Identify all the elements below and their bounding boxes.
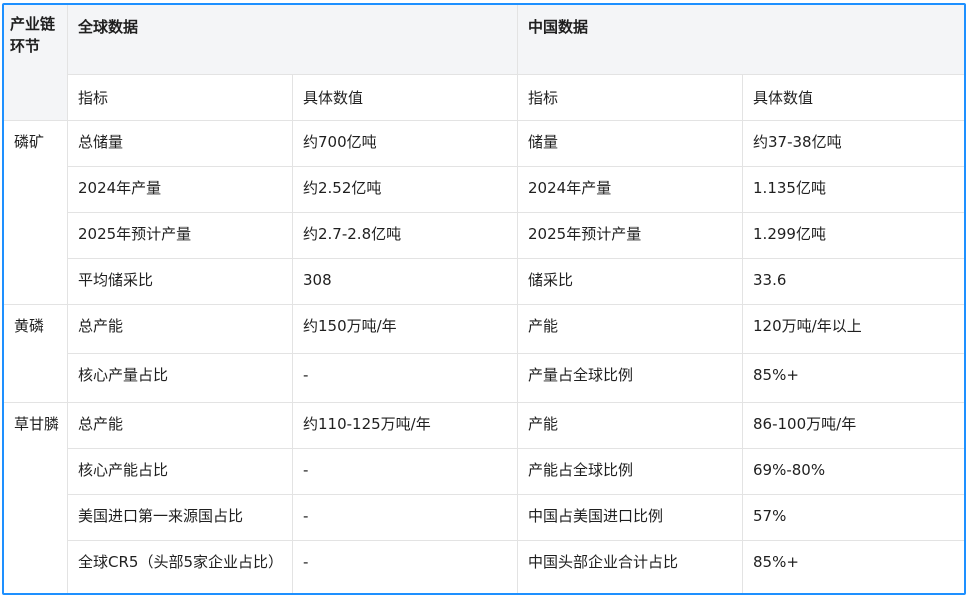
china-indicator-cell: 2025年预计产量 [517, 212, 744, 259]
table-row: 美国进口第一来源国占比 - 中国占美国进口比例 57% [4, 494, 964, 541]
china-value-cell: 约37-38亿吨 [742, 120, 964, 167]
china-indicator-cell: 储采比 [517, 258, 744, 305]
global-indicator-cell: 2024年产量 [67, 166, 293, 213]
header-global-value: 具体数值 [291, 74, 519, 121]
header-global-indicator: 指标 [67, 74, 293, 121]
china-value-cell: 86-100万吨/年 [742, 402, 964, 449]
china-indicator-cell: 产量占全球比例 [517, 353, 744, 403]
global-value-cell: - [291, 494, 519, 541]
header-global-data: 全球数据 [66, 5, 519, 75]
data-table-frame: 产业链环节 全球数据 中国数据 指标 具体数值 指标 具体数值 磷矿 总储量 约… [2, 3, 966, 595]
table-row: 平均储采比 308 储采比 33.6 [4, 258, 964, 305]
table-row: 草甘膦 总产能 约110-125万吨/年 产能 86-100万吨/年 [4, 402, 964, 593]
table-row: 2024年产量 约2.52亿吨 2024年产量 1.135亿吨 [4, 166, 964, 213]
china-value-cell: 1.135亿吨 [742, 166, 964, 213]
global-value-cell: 308 [291, 258, 519, 305]
china-indicator-cell: 中国头部企业合计占比 [517, 540, 744, 593]
china-indicator-cell: 2024年产量 [517, 166, 744, 213]
header-row-groups: 产业链环节 全球数据 中国数据 [4, 5, 964, 121]
segment-label: 黄磷 [4, 304, 68, 403]
china-value-cell: 1.299亿吨 [742, 212, 964, 259]
global-value-cell: 约2.52亿吨 [291, 166, 519, 213]
china-value-cell: 85%+ [742, 353, 964, 403]
table-row: 磷矿 总储量 约700亿吨 储量 约37-38亿吨 [4, 120, 964, 305]
table-row: 黄磷 总产能 约150万吨/年 产能 120万吨/年以上 [4, 304, 964, 403]
china-value-cell: 69%-80% [742, 448, 964, 495]
header-china-value: 具体数值 [742, 74, 964, 121]
china-indicator-cell: 储量 [517, 120, 744, 167]
china-value-cell: 120万吨/年以上 [742, 304, 964, 354]
china-indicator-cell: 产能 [517, 304, 744, 354]
header-chain-segment: 产业链环节 [4, 5, 68, 121]
global-value-cell: - [291, 540, 519, 593]
table-row: 核心产能占比 - 产能占全球比例 69%-80% [4, 448, 964, 495]
china-indicator-cell: 产能占全球比例 [517, 448, 744, 495]
global-value-cell: 约150万吨/年 [291, 304, 519, 354]
global-indicator-cell: 总产能 [67, 402, 293, 449]
china-value-cell: 85%+ [742, 540, 964, 593]
china-value-cell: 57% [742, 494, 964, 541]
header-china-data: 中国数据 [517, 5, 964, 75]
global-indicator-cell: 总产能 [67, 304, 293, 354]
table-row: 核心产量占比 - 产量占全球比例 85%+ [4, 353, 964, 403]
header-row-columns: 指标 具体数值 指标 具体数值 [4, 74, 964, 121]
china-indicator-cell: 产能 [517, 402, 744, 449]
table-row: 全球CR5（头部5家企业占比） - 中国头部企业合计占比 85%+ [4, 540, 964, 593]
table-row: 2025年预计产量 约2.7-2.8亿吨 2025年预计产量 1.299亿吨 [4, 212, 964, 259]
global-value-cell: 约700亿吨 [291, 120, 519, 167]
global-indicator-cell: 2025年预计产量 [67, 212, 293, 259]
global-indicator-cell: 平均储采比 [67, 258, 293, 305]
global-indicator-cell: 总储量 [67, 120, 293, 167]
global-value-cell: - [291, 353, 519, 403]
global-value-cell: 约2.7-2.8亿吨 [291, 212, 519, 259]
segment-label: 磷矿 [4, 120, 68, 305]
header-china-indicator: 指标 [517, 74, 744, 121]
global-indicator-cell: 全球CR5（头部5家企业占比） [67, 540, 293, 593]
global-indicator-cell: 美国进口第一来源国占比 [67, 494, 293, 541]
china-value-cell: 33.6 [742, 258, 964, 305]
global-indicator-cell: 核心产能占比 [67, 448, 293, 495]
china-indicator-cell: 中国占美国进口比例 [517, 494, 744, 541]
global-indicator-cell: 核心产量占比 [67, 353, 293, 403]
segment-label: 草甘膦 [4, 402, 68, 593]
phosphorus-industry-table: 产业链环节 全球数据 中国数据 指标 具体数值 指标 具体数值 磷矿 总储量 约… [4, 5, 964, 593]
global-value-cell: 约110-125万吨/年 [291, 402, 519, 449]
global-value-cell: - [291, 448, 519, 495]
